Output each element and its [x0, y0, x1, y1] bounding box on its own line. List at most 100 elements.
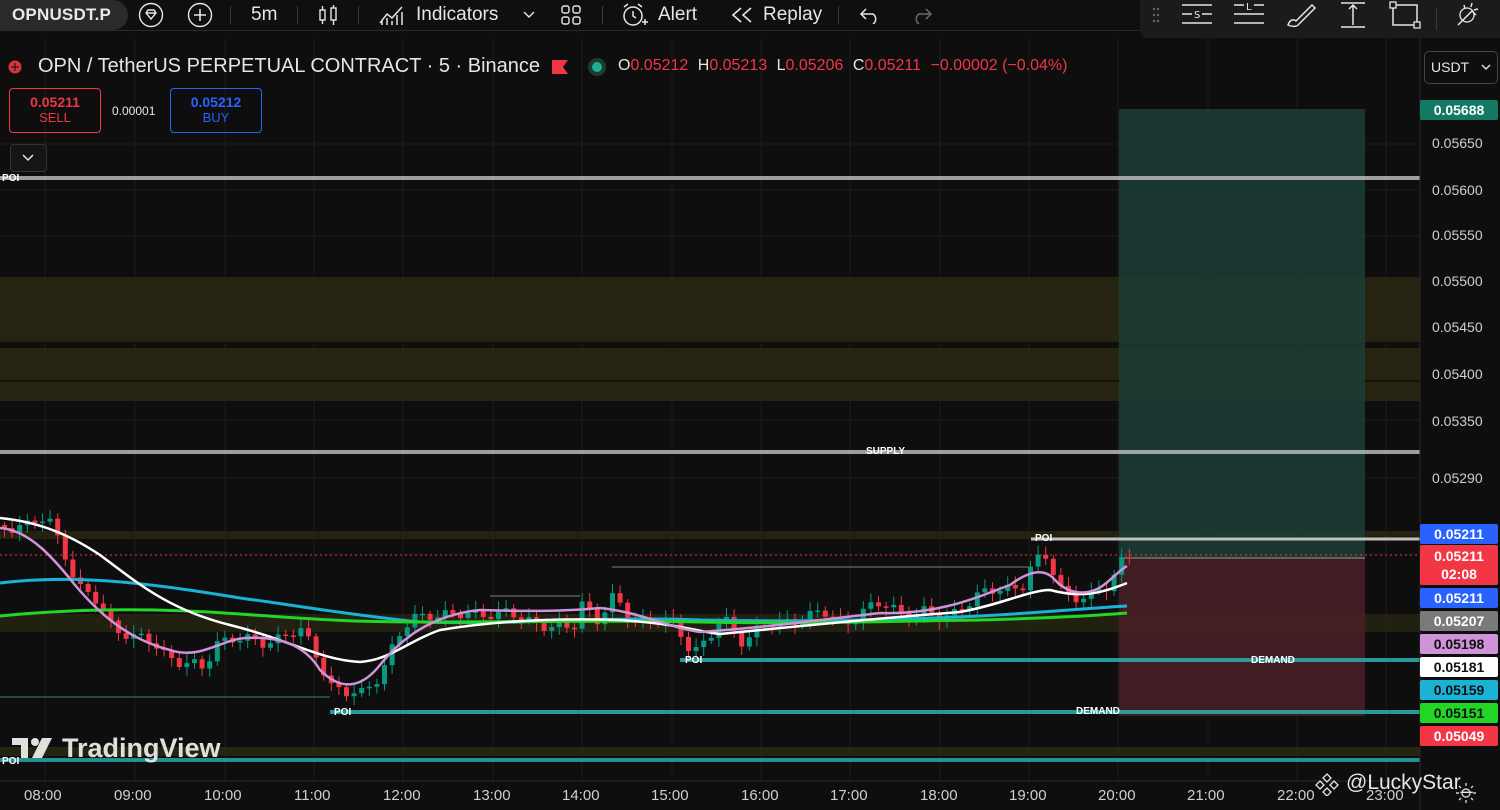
candle-body — [579, 601, 585, 629]
time-tick: 20:00 — [1098, 787, 1136, 804]
candle-body — [359, 687, 365, 694]
measure-icon[interactable] — [1336, 0, 1370, 30]
high-value: 0.05213 — [709, 57, 768, 74]
poi-label: POI — [334, 707, 352, 718]
ohlc-values: O0.05212 H0.05213 L0.05206 C0.05211 −0.0… — [618, 57, 1067, 75]
demand-label: DEMAND — [1251, 655, 1295, 666]
open-value: 0.05212 — [630, 57, 689, 74]
flag-icon[interactable] — [551, 59, 569, 75]
change-value: −0.00002 (−0.04%) — [930, 57, 1068, 74]
stop-zone[interactable] — [1119, 558, 1365, 716]
current-price-value: 0.05211 — [1434, 548, 1484, 564]
horizontal-lines-l-icon[interactable]: L — [1232, 0, 1266, 30]
symbol-name: OPNUSDT.P — [12, 5, 112, 24]
market-status-icon[interactable] — [587, 57, 607, 77]
horizontal-lines-s-icon[interactable]: S — [1180, 0, 1214, 30]
time-tick: 11:00 — [294, 787, 331, 804]
buy-button[interactable]: 0.05212 BUY — [170, 88, 262, 133]
replay-button[interactable]: Replay — [730, 0, 822, 30]
low-key: L — [776, 57, 786, 74]
current-price-label: 0.05211 02:08 — [1420, 545, 1498, 585]
alert-label: Alert — [658, 4, 698, 25]
candle-body — [625, 602, 631, 620]
layout-grid-icon[interactable] — [559, 0, 583, 30]
candle-body — [85, 583, 91, 592]
sell-button[interactable]: 0.05211 SELL — [9, 88, 101, 133]
time-tick: 09:00 — [114, 787, 152, 804]
candle-type-icon[interactable] — [316, 0, 340, 30]
stop-price-label: 0.05049 — [1420, 726, 1498, 746]
svg-text:L: L — [1246, 2, 1252, 13]
replay-icon — [731, 7, 752, 23]
diamond-icon[interactable] — [136, 0, 166, 30]
time-tick: 10:00 — [204, 787, 242, 804]
time-tick: 17:00 — [830, 787, 868, 804]
candle-body — [898, 604, 904, 612]
candle-body — [541, 622, 547, 631]
settings-gear-icon[interactable] — [1455, 782, 1477, 804]
candle-body — [1081, 598, 1087, 603]
indicators-button[interactable]: Indicators — [378, 0, 498, 30]
candle-body — [1050, 558, 1056, 575]
candle-body — [176, 658, 182, 667]
poi-label: POI — [685, 655, 703, 666]
ma-green-price-label: 0.05151 — [1420, 703, 1498, 723]
blue-price-label: 0.05211 — [1420, 524, 1498, 544]
candle-body — [351, 693, 357, 697]
demand-label: DEMAND — [1076, 706, 1120, 717]
rectangle-icon[interactable] — [1388, 0, 1422, 30]
candle-body — [62, 535, 68, 560]
candle-body — [184, 663, 190, 667]
chevron-down-icon — [1481, 64, 1491, 70]
poi-label: POI — [1035, 533, 1053, 544]
candle-body — [1012, 584, 1018, 589]
candle-body — [746, 637, 752, 647]
interval-button[interactable]: 5m — [251, 0, 277, 30]
candle-body — [93, 591, 99, 604]
indicators-label: Indicators — [416, 4, 499, 25]
sell-price: 0.05211 — [30, 94, 80, 110]
chevron-down-icon — [22, 154, 34, 162]
alert-button[interactable]: Alert — [620, 0, 697, 30]
candle-body — [138, 633, 144, 636]
blue-price-label: 0.05211 — [1420, 588, 1498, 608]
candle-body — [366, 686, 372, 689]
undo-icon[interactable] — [859, 0, 881, 30]
ma-cyan-price-label: 0.05159 — [1420, 680, 1498, 700]
candle-body — [382, 665, 387, 685]
price-tick: 0.05350 — [1432, 413, 1483, 429]
candle-body — [572, 627, 577, 630]
candle-body — [488, 616, 494, 619]
magic-wand-icon[interactable] — [1452, 0, 1484, 30]
legend-collapse-button[interactable] — [10, 144, 47, 172]
add-symbol-icon[interactable] — [186, 0, 214, 30]
candle-body — [891, 604, 897, 608]
candle-body — [427, 613, 433, 620]
candle-body — [298, 628, 304, 637]
currency-button[interactable]: USDT — [1424, 51, 1498, 84]
time-tick: 15:00 — [651, 787, 689, 804]
candle-body — [420, 613, 425, 616]
redo-icon[interactable] — [911, 0, 933, 30]
symbol-search-button[interactable]: OPNUSDT.P — [0, 0, 128, 30]
drag-handle-icon[interactable] — [1152, 0, 1162, 30]
exchange-logo-icon — [8, 60, 22, 74]
author-credit: @LuckyStar_ — [1346, 771, 1473, 794]
close-value: 0.05211 — [864, 57, 922, 74]
time-tick: 21:00 — [1187, 787, 1225, 804]
buy-label: BUY — [202, 110, 230, 125]
currency-label: USDT — [1431, 59, 1470, 75]
price-tick: 0.05550 — [1432, 227, 1483, 243]
candles — [2, 509, 1132, 706]
price-chart[interactable] — [0, 38, 1500, 810]
brush-icon[interactable] — [1284, 0, 1318, 30]
sell-label: SELL — [39, 110, 71, 125]
indicators-icon — [379, 6, 403, 25]
candle-body — [587, 601, 593, 609]
candle-body — [868, 602, 874, 609]
candle-body — [237, 640, 243, 643]
candle-body — [822, 610, 828, 617]
chevron-down-icon[interactable] — [522, 0, 536, 30]
candle-body — [1126, 557, 1132, 559]
top-toolbar: OPNUSDT.P 5m Indicators Alert Replay S L — [0, 0, 1500, 38]
